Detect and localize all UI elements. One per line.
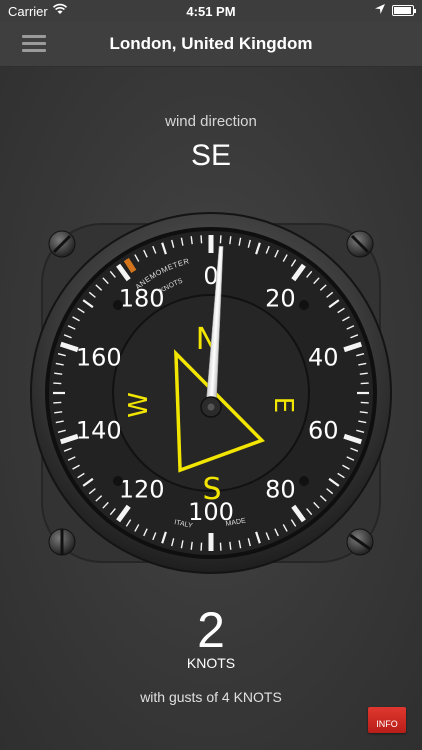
compass-east-label: E (268, 397, 298, 413)
status-time: 4:51 PM (186, 4, 236, 19)
wind-direction-value: SE (190, 139, 232, 172)
screw-icon (346, 528, 374, 556)
status-bar: Carrier 4:51 PM (0, 0, 422, 22)
scale-label: 40 (308, 344, 339, 372)
scale-tick (54, 372, 63, 375)
scale-tick (360, 382, 369, 385)
scale-tick (54, 411, 63, 414)
scale-tick (229, 541, 232, 550)
scale-tick (359, 372, 368, 375)
scale-tick (200, 542, 203, 551)
scale-tick (190, 541, 193, 550)
wind-speed-unit: KNOTS (186, 655, 236, 671)
battery-icon (392, 5, 416, 16)
wind-gusts-text: with gusts of 4 KNOTS (140, 689, 282, 705)
location-arrow-icon (375, 4, 385, 14)
scale-label: 60 (308, 416, 339, 444)
scale-tick (53, 401, 62, 404)
info-button[interactable]: INFO (368, 707, 406, 733)
scale-label: 140 (76, 416, 122, 444)
wind-speed-value: 2 (197, 602, 225, 658)
scale-label: 160 (76, 344, 122, 372)
main-content: wind direction SE 0 20 40 60 80 100 120 … (0, 67, 422, 750)
screw-icon (48, 230, 76, 258)
navigation-bar: London, United Kingdom (0, 22, 422, 67)
scale-tick (190, 236, 193, 245)
scale-tick (359, 411, 368, 414)
wind-direction-label: wind direction (165, 113, 257, 130)
scale-tick (219, 542, 222, 551)
scale-tick (219, 235, 222, 244)
scale-tick (229, 236, 232, 245)
anemometer-gauge: 020406080100120140160180 ANEMOMETER KNOT… (30, 212, 392, 574)
scale-label: 20 (265, 285, 296, 313)
page-title: London, United Kingdom (109, 34, 313, 53)
screw-icon (48, 528, 76, 556)
scale-tick (200, 235, 203, 244)
scale-label: 80 (265, 475, 296, 503)
scale-label: 120 (119, 475, 165, 503)
compass-west-label: W (124, 392, 154, 418)
scale-tick (360, 401, 369, 404)
scale-tick (53, 382, 62, 385)
compass-south-label: S (202, 472, 221, 507)
screw-icon (346, 230, 374, 258)
